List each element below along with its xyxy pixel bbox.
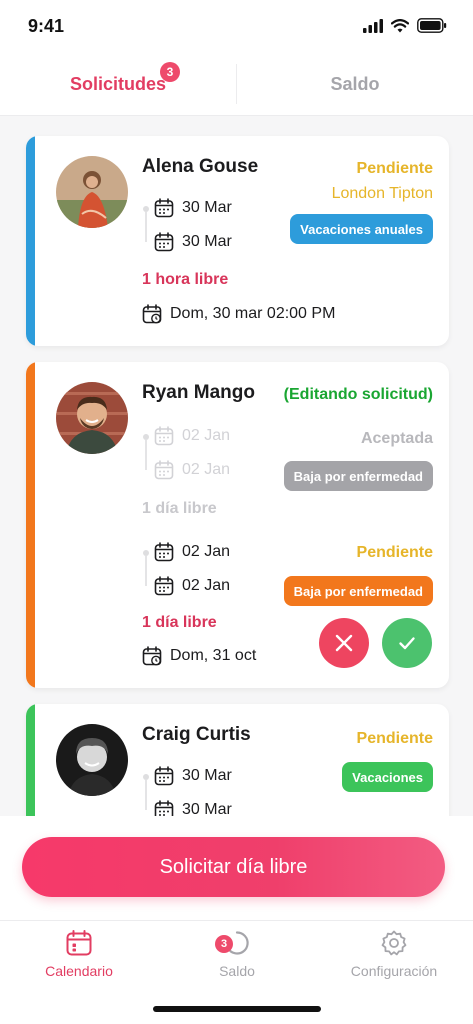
start-date: 30 Mar bbox=[182, 199, 232, 216]
nav-settings[interactable]: Configuración bbox=[315, 929, 473, 979]
nav-balance[interactable]: Saldo 3 bbox=[158, 929, 316, 979]
date-connector bbox=[145, 780, 147, 810]
request-detail-text: Dom, 31 oct bbox=[170, 647, 257, 664]
card-accent-bar bbox=[26, 362, 35, 688]
date-connector bbox=[145, 212, 147, 242]
calendar-icon bbox=[154, 232, 174, 252]
date-connector bbox=[145, 440, 147, 470]
signal-icon bbox=[363, 18, 383, 33]
reject-button[interactable] bbox=[319, 618, 369, 668]
nav-balance-badge: 3 bbox=[215, 935, 233, 953]
battery-icon bbox=[417, 18, 447, 33]
end-date-row: 30 Mar bbox=[154, 232, 232, 252]
avatar bbox=[56, 382, 128, 454]
old-end-date-row: 02 Jan bbox=[154, 460, 230, 480]
end-date-row: 30 Mar bbox=[154, 800, 232, 816]
tab-requests-label: Solicitudes bbox=[69, 73, 167, 94]
start-date: 30 Mar bbox=[182, 767, 232, 784]
request-card[interactable]: Ryan Mango (Editando solicitud) 02 Jan 0… bbox=[26, 362, 449, 688]
request-list[interactable]: Alena Gouse Pendiente London Tipton Vaca… bbox=[0, 116, 473, 816]
calendar-clock-icon bbox=[142, 646, 162, 666]
start-date-row: 30 Mar bbox=[154, 198, 232, 218]
tab-balance-label: Saldo bbox=[330, 73, 380, 94]
request-card[interactable]: Craig Curtis Pendiente Vacaciones 30 Mar bbox=[26, 704, 449, 816]
tab-balance[interactable]: Saldo bbox=[237, 52, 473, 116]
calendar-icon bbox=[154, 766, 174, 786]
cta-container: Solicitar día libre bbox=[0, 816, 473, 920]
tab-requests-badge: 3 bbox=[160, 62, 180, 82]
calendar-icon bbox=[154, 800, 174, 816]
new-leave-type-badge: Baja por enfermedad bbox=[283, 576, 433, 606]
tab-bar: Solicitudes 3 Saldo bbox=[0, 52, 473, 116]
nav-calendar-label: Calendario bbox=[45, 963, 113, 979]
request-detail: Dom, 31 oct bbox=[142, 646, 256, 666]
calendar-icon bbox=[154, 426, 174, 446]
calendar-icon bbox=[154, 198, 174, 218]
avatar bbox=[56, 724, 128, 796]
wifi-icon bbox=[391, 18, 409, 32]
employee-name: Alena Gouse bbox=[142, 156, 259, 177]
check-icon bbox=[399, 637, 415, 650]
request-status: Pendiente bbox=[356, 160, 433, 177]
new-end-date-row: 02 Jan bbox=[154, 576, 230, 596]
nav-settings-label: Configuración bbox=[350, 963, 438, 979]
new-free-time-label: 1 día libre bbox=[142, 614, 217, 631]
calendar-icon bbox=[66, 930, 92, 956]
old-end-date: 02 Jan bbox=[182, 461, 231, 478]
end-date: 30 Mar bbox=[182, 801, 232, 816]
old-free-time-label: 1 día libre bbox=[142, 500, 217, 517]
employee-name: Craig Curtis bbox=[142, 724, 251, 745]
approve-button[interactable] bbox=[382, 618, 432, 668]
free-time-label: 1 hora libre bbox=[142, 271, 229, 288]
status-time: 9:41 bbox=[28, 16, 65, 36]
start-date-row: 30 Mar bbox=[154, 766, 232, 786]
new-start-date: 02 Jan bbox=[182, 543, 231, 560]
employee-name: Ryan Mango bbox=[142, 382, 255, 403]
date-connector bbox=[145, 556, 147, 586]
request-status: Pendiente bbox=[356, 730, 433, 747]
calendar-icon bbox=[154, 576, 174, 596]
editing-status: (Editando solicitud) bbox=[283, 386, 433, 403]
new-end-date: 02 Jan bbox=[182, 577, 231, 594]
request-card[interactable]: Alena Gouse Pendiente London Tipton Vaca… bbox=[26, 136, 449, 346]
old-start-date: 02 Jan bbox=[182, 427, 231, 444]
avatar bbox=[56, 156, 128, 228]
new-request-status: Pendiente bbox=[356, 544, 433, 561]
approver-name: London Tipton bbox=[331, 185, 433, 202]
leave-type-badge: Vacaciones anuales bbox=[290, 214, 433, 244]
old-leave-type-badge: Baja por enfermedad bbox=[283, 461, 433, 491]
calendar-clock-icon bbox=[142, 304, 162, 324]
calendar-icon bbox=[154, 542, 174, 562]
card-accent-bar bbox=[26, 136, 35, 346]
close-icon bbox=[335, 634, 353, 652]
leave-type-badge: Vacaciones bbox=[342, 762, 433, 792]
tab-requests[interactable]: Solicitudes bbox=[0, 52, 236, 116]
card-accent-bar bbox=[26, 704, 35, 816]
nav-balance-label: Saldo bbox=[219, 963, 255, 979]
old-request-status: Aceptada bbox=[360, 430, 433, 447]
old-start-date-row: 02 Jan bbox=[154, 426, 230, 446]
calendar-icon bbox=[154, 460, 174, 480]
status-icons bbox=[363, 18, 447, 33]
request-detail-text: Dom, 30 mar 02:00 PM bbox=[170, 305, 336, 322]
nav-calendar[interactable]: Calendario bbox=[0, 929, 158, 979]
new-start-date-row: 02 Jan bbox=[154, 542, 230, 562]
gear-icon bbox=[381, 930, 407, 956]
end-date: 30 Mar bbox=[182, 233, 232, 250]
request-day-off-button[interactable]: Solicitar día libre bbox=[22, 837, 445, 897]
home-indicator bbox=[153, 1006, 321, 1012]
status-bar: 9:41 bbox=[0, 0, 473, 52]
request-detail: Dom, 30 mar 02:00 PM bbox=[142, 304, 335, 324]
